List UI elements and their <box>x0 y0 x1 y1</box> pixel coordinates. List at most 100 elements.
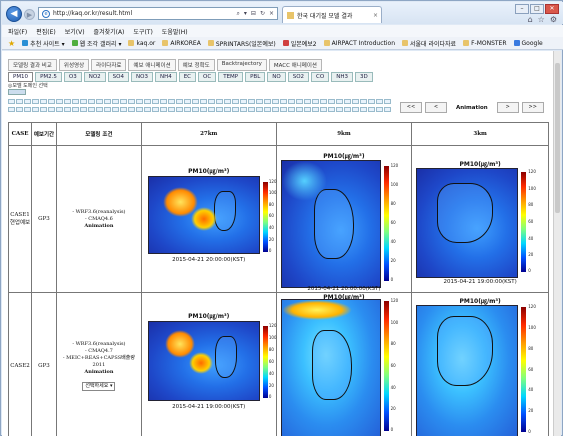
species-tab-so4[interactable]: SO4 <box>107 72 129 82</box>
time-step-button[interactable] <box>248 99 255 104</box>
time-step-button[interactable] <box>104 99 111 104</box>
animation-link[interactable]: Animation <box>57 369 141 376</box>
time-step-button[interactable] <box>96 99 103 104</box>
time-step-button[interactable] <box>112 99 119 104</box>
time-step-button[interactable] <box>384 99 391 104</box>
time-step-button[interactable] <box>280 106 287 112</box>
menu-tools[interactable]: 도구(T) <box>133 27 152 36</box>
time-step-button[interactable] <box>312 106 319 112</box>
species-tab-oc[interactable]: OC <box>198 72 217 82</box>
time-step-button[interactable] <box>224 106 231 112</box>
fav-item-airkorea[interactable]: AIRKOREA <box>162 40 201 47</box>
time-step-button[interactable] <box>16 106 23 112</box>
tab-model-compare[interactable]: 모델링 결과 비교 <box>8 59 57 71</box>
time-step-button[interactable] <box>72 106 79 112</box>
time-step-button[interactable] <box>16 99 23 104</box>
time-step-button[interactable] <box>48 106 55 112</box>
favorites-star-icon-bar[interactable]: ★ <box>8 39 15 48</box>
fav-item-sprintars[interactable]: SPRINTARS(일본예보) <box>207 39 276 48</box>
time-step-button[interactable] <box>8 106 15 112</box>
time-step-button[interactable] <box>120 106 127 112</box>
time-step-button[interactable] <box>232 106 239 112</box>
time-step-button[interactable] <box>48 99 55 104</box>
time-step-button[interactable] <box>336 106 343 112</box>
time-step-button[interactable] <box>144 99 151 104</box>
time-step-button[interactable] <box>264 99 271 104</box>
time-step-button[interactable] <box>56 106 63 112</box>
time-step-button[interactable] <box>312 99 319 104</box>
time-step-button[interactable] <box>360 99 367 104</box>
map-panel-9km[interactable]: PM10(㎍/m³) 120 100 80 60 40 20 0 2015-04… <box>277 146 412 292</box>
time-step-button[interactable] <box>152 106 159 112</box>
forward-button[interactable]: ▶ <box>24 9 35 20</box>
species-tab-co[interactable]: CO <box>311 72 330 82</box>
fav-item-fmonster[interactable]: F-MONSTER <box>463 40 507 47</box>
vertical-scrollbar[interactable] <box>553 51 561 436</box>
species-tab-pbl[interactable]: PBL <box>245 72 266 82</box>
time-step-button[interactable] <box>128 99 135 104</box>
time-step-button[interactable] <box>352 106 359 112</box>
time-step-button[interactable] <box>176 106 183 112</box>
time-step-button[interactable] <box>272 99 279 104</box>
menu-help[interactable]: 도움말(H) <box>162 27 188 36</box>
time-step-button[interactable] <box>384 106 391 112</box>
time-step-button[interactable] <box>288 99 295 104</box>
time-step-button[interactable] <box>32 99 39 104</box>
favorites-star-icon[interactable]: ☆ <box>538 15 545 24</box>
time-step-button[interactable] <box>104 106 111 112</box>
species-tab-pm10[interactable]: PM10 <box>8 72 34 82</box>
map-panel-3km[interactable]: PM10(㎍/m³) 120 100 80 60 40 20 0 2015-04… <box>412 146 548 292</box>
time-step-button[interactable] <box>24 106 31 112</box>
anim-next-button[interactable]: > <box>496 102 519 113</box>
time-step-button[interactable] <box>248 106 255 112</box>
tab-lidar[interactable]: 라이다자료 <box>91 59 127 71</box>
map-panel-3km[interactable]: PM10(㎍/m³) 120 100 80 60 40 20 0 <box>412 293 548 436</box>
time-step-button[interactable] <box>168 99 175 104</box>
minimize-button[interactable]: – <box>515 4 529 14</box>
time-step-button[interactable] <box>360 106 367 112</box>
time-step-button[interactable] <box>40 106 47 112</box>
time-step-button[interactable] <box>72 99 79 104</box>
time-step-button[interactable] <box>56 99 63 104</box>
case-select-dropdown[interactable]: 선택하세요 ▾ <box>82 382 116 391</box>
time-step-button[interactable] <box>136 99 143 104</box>
dropdown-icon[interactable]: ▾ <box>244 10 247 18</box>
maximize-button[interactable]: □ <box>530 4 544 14</box>
menu-favorites[interactable]: 즐겨찾기(A) <box>94 27 125 36</box>
time-step-button[interactable] <box>240 99 247 104</box>
time-step-button[interactable] <box>304 106 311 112</box>
fav-item-webslices[interactable]: 웹 조각 갤러리 ▾ <box>71 39 121 48</box>
browser-tab[interactable]: 한국 대기질 모델 결과 × <box>282 6 382 23</box>
back-button[interactable]: ◀ <box>6 6 22 22</box>
time-step-button[interactable] <box>368 106 375 112</box>
time-step-button[interactable] <box>152 99 159 104</box>
time-step-button[interactable] <box>112 106 119 112</box>
address-bar[interactable]: e http://kaq.or.kr/result.html ⌕ ▾ ⊟ ↻ × <box>38 7 278 20</box>
anim-first-button[interactable]: << <box>400 102 422 113</box>
domain-select-button[interactable] <box>8 89 26 95</box>
species-tab-nh4[interactable]: NH4 <box>154 72 177 82</box>
tab-backtrajectory[interactable]: Backtrajectory <box>216 59 267 71</box>
time-step-button[interactable] <box>128 106 135 112</box>
search-icon[interactable]: ⌕ <box>237 10 240 18</box>
time-step-button[interactable] <box>320 99 327 104</box>
time-step-button[interactable] <box>288 106 295 112</box>
close-window-button[interactable]: ✕ <box>545 4 559 14</box>
time-step-button[interactable] <box>296 99 303 104</box>
tab-close-icon[interactable]: × <box>373 12 378 19</box>
time-step-button[interactable] <box>160 99 167 104</box>
species-tab-no[interactable]: NO <box>267 72 286 82</box>
time-step-button[interactable] <box>304 99 311 104</box>
menu-view[interactable]: 보기(V) <box>65 27 85 36</box>
map-panel-27km[interactable]: PM10(㎍/m³) 120 100 80 60 40 20 0 2015-04… <box>142 293 277 436</box>
time-step-button[interactable] <box>40 99 47 104</box>
menu-edit[interactable]: 편집(E) <box>36 27 56 36</box>
fav-item-japan2[interactable]: 일본예보2 <box>282 39 317 48</box>
time-step-button[interactable] <box>320 106 327 112</box>
time-step-button[interactable] <box>376 99 383 104</box>
species-tab-3d[interactable]: 3D <box>354 72 373 82</box>
time-step-button[interactable] <box>280 99 287 104</box>
scrollbar-thumb[interactable] <box>555 63 560 213</box>
anim-prev-button[interactable]: < <box>425 102 447 113</box>
time-step-button[interactable] <box>168 106 175 112</box>
